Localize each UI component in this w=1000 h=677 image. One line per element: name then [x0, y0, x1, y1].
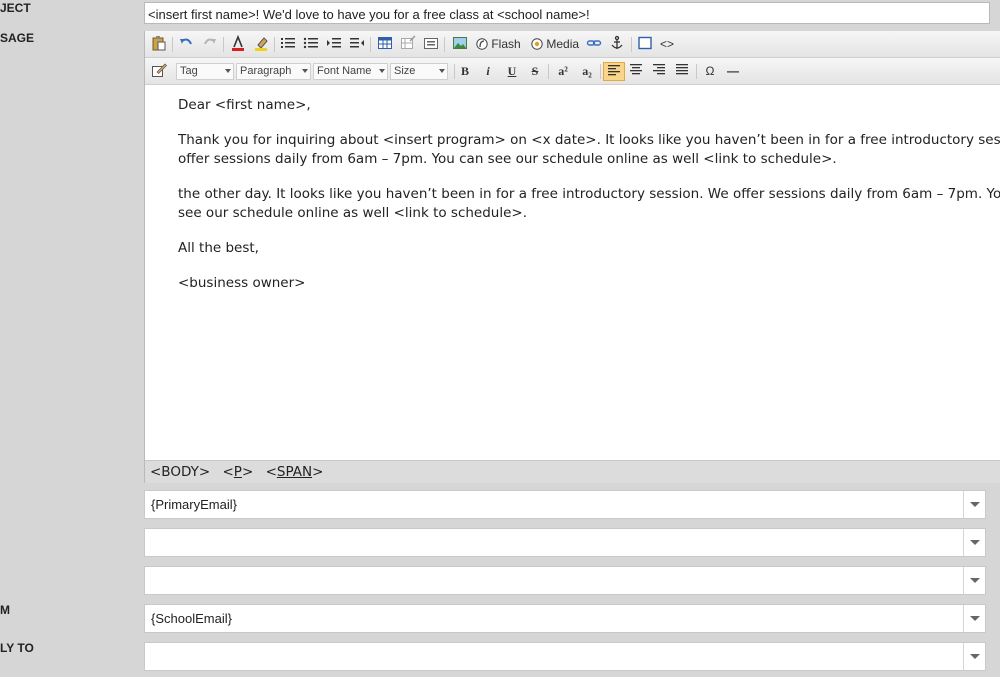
bcc-field[interactable] — [144, 566, 986, 595]
path-span[interactable]: <SPAN> — [266, 464, 324, 480]
message-editor[interactable]: Flash Media <> Tag Paragraph Font Name S… — [144, 31, 1000, 483]
message-label: SAGE — [0, 31, 35, 45]
subject-input[interactable]: <insert first name>! We'd love to have y… — [144, 2, 990, 24]
align-left-icon — [608, 65, 620, 76]
paragraph-2-line-1: the other day. It looks like you haven’t… — [178, 186, 1000, 202]
element-path-bar: <BODY> <P> <SPAN> — [145, 460, 1000, 483]
bcc-field-chevron-down-icon[interactable] — [963, 567, 985, 594]
reply-to-field-chevron-down-icon[interactable] — [963, 643, 985, 670]
strikethrough-button[interactable]: S — [526, 62, 544, 81]
anchor-icon[interactable] — [608, 35, 626, 54]
to-field[interactable]: {PrimaryEmail} — [144, 490, 986, 519]
justify-button[interactable] — [673, 62, 691, 81]
paragraph-1-line-1: Thank you for inquiring about <insert pr… — [178, 132, 1000, 148]
align-right-icon — [653, 64, 665, 75]
align-center-button[interactable] — [627, 62, 645, 81]
italic-button[interactable]: i — [479, 62, 497, 81]
path-body[interactable]: <BODY> — [150, 464, 210, 480]
special-character-button[interactable]: Ω — [701, 62, 719, 81]
align-left-button[interactable] — [603, 62, 625, 81]
tag-select-value: Tag — [180, 65, 198, 77]
subscript-button[interactable]: a₂ — [576, 62, 598, 81]
paste-icon[interactable] — [150, 35, 168, 54]
link-icon[interactable] — [585, 35, 603, 54]
indent-icon[interactable] — [325, 35, 343, 54]
font-name-select-value: Font Name — [317, 65, 372, 77]
horizontal-rule-button[interactable]: — — [724, 62, 742, 81]
font-name-select[interactable]: Font Name — [313, 63, 388, 80]
from-field-chevron-down-icon[interactable] — [963, 605, 985, 632]
edit-style-icon[interactable] — [150, 62, 168, 81]
cc-field-chevron-down-icon[interactable] — [963, 529, 985, 556]
media-button[interactable]: Media — [531, 35, 581, 54]
flash-button[interactable]: Flash — [476, 35, 522, 54]
subject-label: JECT — [0, 1, 31, 15]
justify-icon — [676, 64, 688, 75]
bold-button[interactable]: B — [456, 62, 474, 81]
paragraph-1-line-2: offer sessions daily from 6am – 7pm. You… — [178, 151, 837, 167]
ordered-list-icon[interactable] — [279, 35, 297, 54]
outdent-icon[interactable] — [348, 35, 366, 54]
editor-toolbar-row-2: Tag Paragraph Font Name Size B i U S a² … — [145, 58, 1000, 85]
reply-to-field[interactable] — [144, 642, 986, 671]
reply-to-label: LY TO — [0, 641, 34, 655]
table-icon[interactable] — [376, 35, 394, 54]
size-select-value: Size — [394, 65, 416, 77]
editor-toolbar-row-1: Flash Media <> — [145, 31, 1000, 58]
to-field-chevron-down-icon[interactable] — [963, 491, 985, 518]
greeting-line: Dear <first name>, — [178, 97, 311, 113]
unordered-list-icon[interactable] — [302, 35, 320, 54]
table-edit-icon[interactable] — [399, 35, 417, 54]
path-p[interactable]: <P> — [222, 464, 253, 480]
fullscreen-icon[interactable] — [636, 35, 654, 54]
cc-field[interactable] — [144, 528, 986, 557]
redo-icon[interactable] — [201, 35, 219, 54]
tag-select-chevron-down-icon — [225, 69, 231, 73]
align-center-icon — [630, 64, 642, 75]
image-icon[interactable] — [451, 35, 469, 54]
underline-button[interactable]: U — [503, 62, 521, 81]
form-icon[interactable] — [422, 35, 440, 54]
size-select[interactable]: Size — [390, 63, 448, 80]
paragraph-select-value: Paragraph — [240, 65, 292, 77]
to-field-value: {PrimaryEmail} — [151, 497, 237, 512]
source-code-button[interactable]: <> — [658, 35, 676, 54]
signature-line: <business owner> — [178, 275, 306, 291]
paragraph-select[interactable]: Paragraph — [236, 63, 311, 80]
media-label: Media — [546, 37, 580, 51]
highlight-color-icon[interactable] — [252, 35, 270, 54]
from-field-value: {SchoolEmail} — [151, 611, 232, 626]
font-color-icon[interactable] — [229, 34, 247, 54]
paragraph-2-line-2: see our schedule online as well <link to… — [178, 205, 528, 221]
from-field[interactable]: {SchoolEmail} — [144, 604, 986, 633]
align-right-button[interactable] — [650, 62, 668, 81]
tag-select[interactable]: Tag — [176, 63, 234, 80]
paragraph-select-chevron-down-icon — [302, 69, 308, 73]
superscript-button[interactable]: a² — [552, 62, 574, 81]
flash-label: Flash — [491, 37, 521, 51]
closing-line: All the best, — [178, 240, 259, 256]
from-label: M — [0, 603, 10, 617]
editor-content[interactable]: Dear <first name>, Thank you for inquiri… — [145, 86, 1000, 460]
font-name-select-chevron-down-icon — [379, 69, 385, 73]
undo-icon[interactable] — [177, 35, 195, 54]
size-select-chevron-down-icon — [439, 69, 445, 73]
